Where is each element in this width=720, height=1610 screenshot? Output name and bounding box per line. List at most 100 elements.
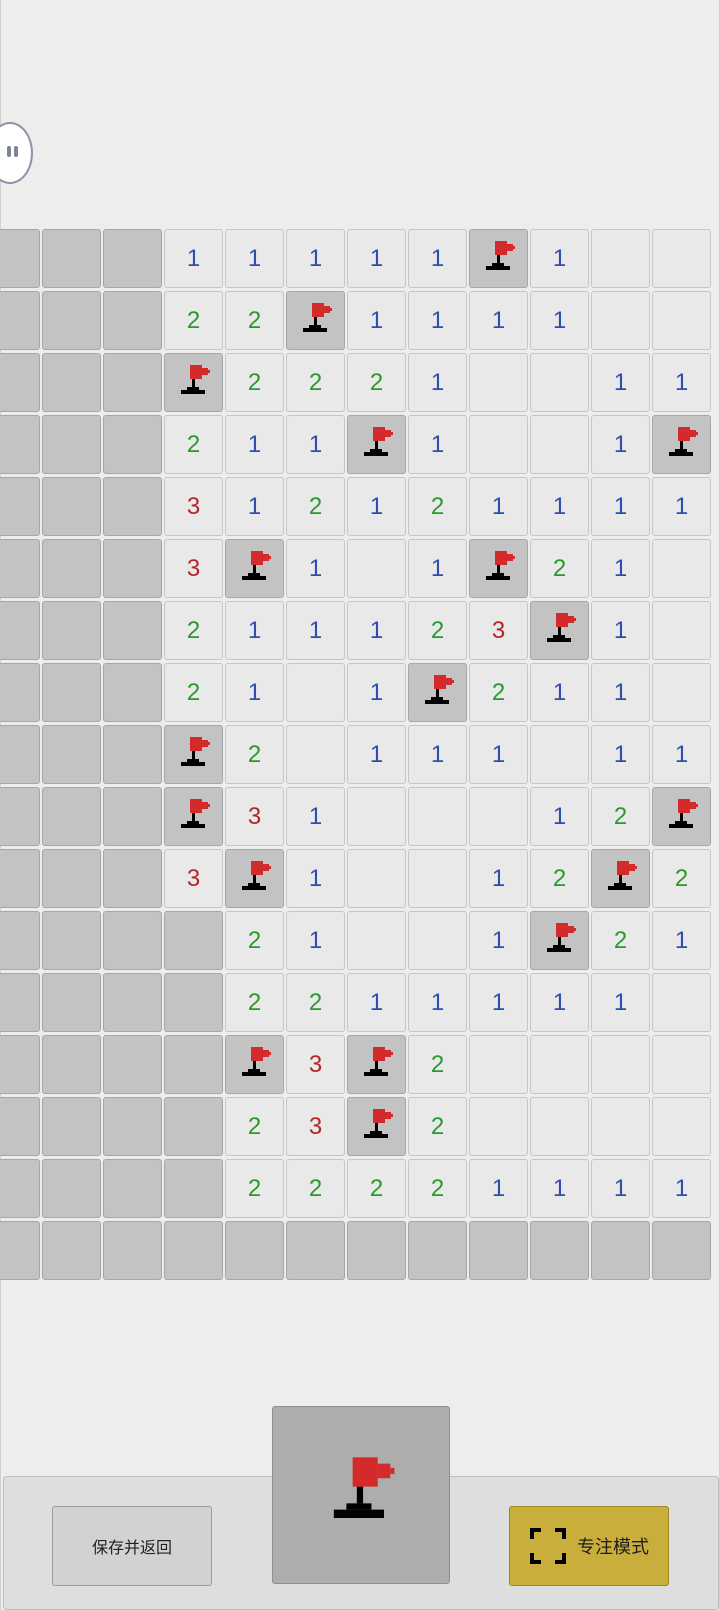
number-cell[interactable]: 1: [408, 291, 467, 350]
hidden-cell[interactable]: [42, 973, 101, 1032]
number-cell[interactable]: 1: [591, 415, 650, 474]
hidden-cell[interactable]: [164, 1097, 223, 1156]
hidden-cell[interactable]: [42, 353, 101, 412]
hidden-cell[interactable]: [103, 973, 162, 1032]
hidden-cell[interactable]: [42, 787, 101, 846]
empty-cell[interactable]: [652, 291, 711, 350]
number-cell[interactable]: 1: [286, 229, 345, 288]
number-cell[interactable]: 2: [591, 787, 650, 846]
number-cell[interactable]: 1: [530, 973, 589, 1032]
hidden-cell[interactable]: [0, 663, 40, 722]
number-cell[interactable]: 1: [347, 477, 406, 536]
number-cell[interactable]: 1: [652, 911, 711, 970]
number-cell[interactable]: 3: [164, 477, 223, 536]
number-cell[interactable]: 1: [591, 1159, 650, 1218]
flagged-cell[interactable]: [652, 787, 711, 846]
hidden-cell[interactable]: [103, 539, 162, 598]
number-cell[interactable]: 2: [286, 477, 345, 536]
hidden-cell[interactable]: [42, 229, 101, 288]
number-cell[interactable]: 1: [469, 291, 528, 350]
hidden-cell[interactable]: [103, 291, 162, 350]
hidden-cell[interactable]: [0, 415, 40, 474]
empty-cell[interactable]: [408, 787, 467, 846]
empty-cell[interactable]: [652, 229, 711, 288]
number-cell[interactable]: 2: [164, 291, 223, 350]
number-cell[interactable]: 1: [530, 229, 589, 288]
number-cell[interactable]: 1: [225, 663, 284, 722]
number-cell[interactable]: 2: [225, 291, 284, 350]
number-cell[interactable]: 3: [286, 1097, 345, 1156]
hidden-cell[interactable]: [42, 1221, 101, 1280]
flagged-cell[interactable]: [469, 229, 528, 288]
empty-cell[interactable]: [591, 291, 650, 350]
number-cell[interactable]: 2: [164, 415, 223, 474]
number-cell[interactable]: 2: [225, 911, 284, 970]
number-cell[interactable]: 2: [225, 973, 284, 1032]
flagged-cell[interactable]: [286, 291, 345, 350]
hidden-cell[interactable]: [0, 849, 40, 908]
hidden-cell[interactable]: [164, 1221, 223, 1280]
number-cell[interactable]: 1: [286, 539, 345, 598]
empty-cell[interactable]: [591, 1035, 650, 1094]
number-cell[interactable]: 1: [347, 291, 406, 350]
number-cell[interactable]: 1: [652, 725, 711, 784]
number-cell[interactable]: 1: [469, 911, 528, 970]
number-cell[interactable]: 2: [286, 1159, 345, 1218]
number-cell[interactable]: 1: [408, 973, 467, 1032]
number-cell[interactable]: 2: [530, 849, 589, 908]
number-cell[interactable]: 1: [286, 601, 345, 660]
empty-cell[interactable]: [652, 663, 711, 722]
empty-cell[interactable]: [347, 539, 406, 598]
number-cell[interactable]: 1: [225, 415, 284, 474]
hidden-cell[interactable]: [103, 1159, 162, 1218]
hidden-cell[interactable]: [42, 849, 101, 908]
number-cell[interactable]: 1: [347, 725, 406, 784]
hidden-cell[interactable]: [42, 291, 101, 350]
focus-mode-button[interactable]: 专注模式: [509, 1506, 669, 1586]
number-cell[interactable]: 2: [347, 1159, 406, 1218]
hidden-cell[interactable]: [591, 1221, 650, 1280]
hidden-cell[interactable]: [103, 725, 162, 784]
hidden-cell[interactable]: [42, 1097, 101, 1156]
number-cell[interactable]: 2: [530, 539, 589, 598]
empty-cell[interactable]: [652, 601, 711, 660]
number-cell[interactable]: 1: [347, 229, 406, 288]
number-cell[interactable]: 1: [225, 229, 284, 288]
hidden-cell[interactable]: [42, 601, 101, 660]
hidden-cell[interactable]: [164, 1035, 223, 1094]
hidden-cell[interactable]: [286, 1221, 345, 1280]
empty-cell[interactable]: [408, 911, 467, 970]
number-cell[interactable]: 3: [164, 849, 223, 908]
flagged-cell[interactable]: [164, 353, 223, 412]
flagged-cell[interactable]: [530, 911, 589, 970]
number-cell[interactable]: 1: [469, 725, 528, 784]
empty-cell[interactable]: [347, 849, 406, 908]
number-cell[interactable]: 1: [164, 229, 223, 288]
hidden-cell[interactable]: [103, 415, 162, 474]
hidden-cell[interactable]: [0, 973, 40, 1032]
number-cell[interactable]: 1: [591, 601, 650, 660]
number-cell[interactable]: 1: [469, 477, 528, 536]
number-cell[interactable]: 1: [652, 477, 711, 536]
number-cell[interactable]: 1: [286, 787, 345, 846]
hidden-cell[interactable]: [0, 787, 40, 846]
hidden-cell[interactable]: [103, 1035, 162, 1094]
number-cell[interactable]: 1: [469, 849, 528, 908]
number-cell[interactable]: 1: [408, 539, 467, 598]
hidden-cell[interactable]: [0, 477, 40, 536]
flagged-cell[interactable]: [225, 539, 284, 598]
hidden-cell[interactable]: [164, 911, 223, 970]
flag-mode-toggle[interactable]: [272, 1406, 450, 1584]
empty-cell[interactable]: [652, 973, 711, 1032]
number-cell[interactable]: 1: [347, 601, 406, 660]
number-cell[interactable]: 2: [408, 1159, 467, 1218]
number-cell[interactable]: 2: [652, 849, 711, 908]
empty-cell[interactable]: [469, 415, 528, 474]
hidden-cell[interactable]: [0, 911, 40, 970]
hidden-cell[interactable]: [0, 1097, 40, 1156]
hidden-cell[interactable]: [0, 291, 40, 350]
number-cell[interactable]: 2: [347, 353, 406, 412]
flagged-cell[interactable]: [591, 849, 650, 908]
hidden-cell[interactable]: [0, 353, 40, 412]
number-cell[interactable]: 1: [286, 415, 345, 474]
